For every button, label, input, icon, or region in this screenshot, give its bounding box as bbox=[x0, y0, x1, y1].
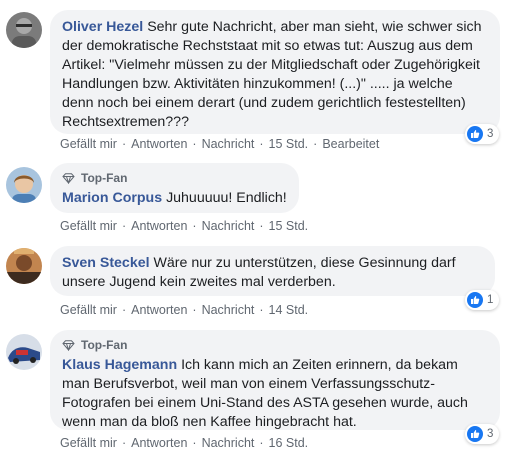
comment-bubble: Top-Fan Klaus Hagemann Ich kann mich an … bbox=[50, 330, 500, 430]
avatar[interactable] bbox=[6, 167, 42, 203]
avatar[interactable] bbox=[6, 248, 42, 284]
separator: · bbox=[121, 137, 127, 151]
separator: · bbox=[259, 219, 264, 233]
separator: · bbox=[259, 436, 264, 450]
separator: · bbox=[259, 137, 264, 151]
separator: · bbox=[121, 303, 127, 317]
like-link[interactable]: Gefällt mir bbox=[60, 303, 117, 317]
timestamp[interactable]: 15 Std. bbox=[269, 219, 309, 233]
comment-bubble: Sven Steckel Wäre nur zu unterstützen, d… bbox=[50, 246, 495, 296]
reply-link[interactable]: Antworten bbox=[131, 436, 187, 450]
message-link[interactable]: Nachricht bbox=[202, 303, 255, 317]
reaction-count: 1 bbox=[487, 294, 494, 306]
diamond-icon bbox=[62, 173, 75, 184]
timestamp[interactable]: 14 Std. bbox=[269, 303, 309, 317]
like-reaction-icon bbox=[467, 426, 483, 442]
diamond-icon bbox=[62, 340, 75, 351]
separator: · bbox=[192, 303, 197, 317]
avatar[interactable] bbox=[6, 12, 42, 48]
comment-author[interactable]: Oliver Hezel bbox=[62, 19, 143, 35]
reply-link[interactable]: Antworten bbox=[131, 303, 187, 317]
comment-author[interactable]: Klaus Hagemann bbox=[62, 357, 177, 373]
separator: · bbox=[192, 137, 197, 151]
comment-bubble: Top-Fan Marion Corpus Juhuuuuu! Endlich! bbox=[50, 163, 299, 213]
separator: · bbox=[121, 436, 127, 450]
separator: · bbox=[192, 436, 197, 450]
edited-link[interactable]: Bearbeitet bbox=[322, 137, 379, 151]
like-link[interactable]: Gefällt mir bbox=[60, 436, 117, 450]
separator: · bbox=[121, 219, 127, 233]
reaction-count: 3 bbox=[487, 128, 494, 140]
like-reaction-icon bbox=[467, 292, 483, 308]
comment-bubble: Oliver Hezel Sehr gute Nachricht, aber m… bbox=[50, 10, 500, 134]
reaction-count: 3 bbox=[487, 428, 494, 440]
comment-actions: Gefällt mir · Antworten · Nachricht · 15 Std. ·… bbox=[60, 137, 379, 151]
badge-label: Top-Fan bbox=[81, 171, 128, 185]
comment-text: Sehr gute Nachricht, aber man sieht, wie… bbox=[62, 19, 482, 130]
separator: · bbox=[259, 303, 264, 317]
comment-author[interactable]: Sven Steckel bbox=[62, 255, 150, 271]
comment-text: Juhuuuuu! Endlich! bbox=[166, 190, 287, 206]
comment-actions: Gefällt mir · Antworten · Nachricht · 16 Std. bbox=[60, 436, 308, 450]
like-link[interactable]: Gefällt mir bbox=[60, 219, 117, 233]
reaction-summary[interactable]: 1 bbox=[465, 290, 500, 310]
top-fan-badge: Top-Fan bbox=[62, 338, 488, 353]
reaction-summary[interactable]: 3 bbox=[465, 424, 500, 444]
message-link[interactable]: Nachricht bbox=[202, 219, 255, 233]
separator: · bbox=[313, 137, 318, 151]
message-link[interactable]: Nachricht bbox=[202, 436, 255, 450]
badge-label: Top-Fan bbox=[81, 338, 128, 352]
comment-actions: Gefällt mir · Antworten · Nachricht · 15 Std. bbox=[60, 219, 308, 233]
reply-link[interactable]: Antworten bbox=[131, 137, 187, 151]
comment-author[interactable]: Marion Corpus bbox=[62, 190, 162, 206]
message-link[interactable]: Nachricht bbox=[202, 137, 255, 151]
comment-actions: Gefällt mir · Antworten · Nachricht · 14 Std. bbox=[60, 303, 308, 317]
reply-link[interactable]: Antworten bbox=[131, 219, 187, 233]
separator: · bbox=[192, 219, 197, 233]
top-fan-badge: Top-Fan bbox=[62, 171, 287, 186]
timestamp[interactable]: 15 Std. bbox=[269, 137, 309, 151]
like-reaction-icon bbox=[467, 126, 483, 142]
avatar[interactable] bbox=[6, 334, 42, 370]
reaction-summary[interactable]: 3 bbox=[465, 124, 500, 144]
timestamp[interactable]: 16 Std. bbox=[269, 436, 309, 450]
like-link[interactable]: Gefällt mir bbox=[60, 137, 117, 151]
